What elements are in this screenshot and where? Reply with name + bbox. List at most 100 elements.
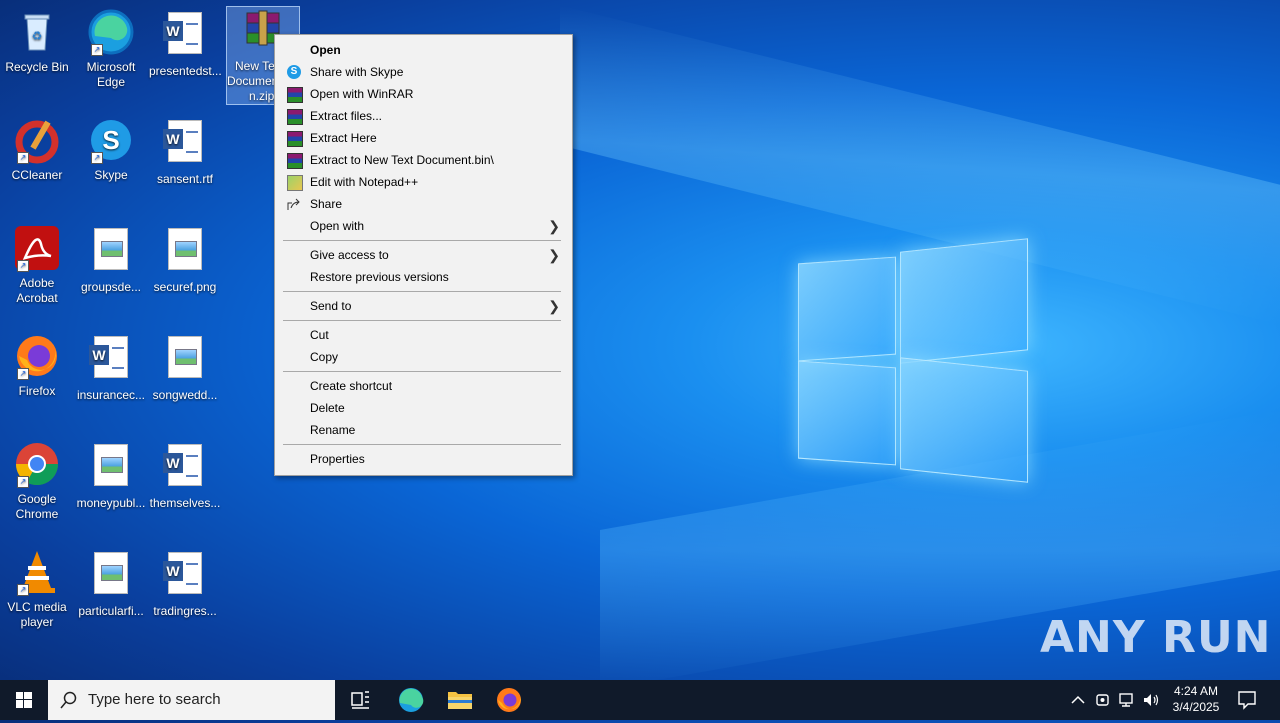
vlc-icon: ↗ (13, 548, 61, 596)
desktop-icon-label: Microsoft Edge (86, 60, 136, 89)
share-icon (287, 197, 301, 211)
action-center-button[interactable] (1236, 689, 1258, 714)
desktop-icon-firefox[interactable]: ↗ Firefox (1, 332, 73, 399)
chevron-right-icon: ❯ (548, 298, 560, 314)
desktop-icon-label: themselves... (149, 496, 221, 510)
shortcut-arrow-icon: ↗ (17, 368, 29, 380)
desktop-icon-vlc[interactable]: ↗ VLC media player (1, 548, 73, 630)
desktop-icon-label: securef.png (153, 280, 217, 294)
context-menu: Open S Share with Skype Open with WinRAR … (274, 34, 573, 476)
tray-network[interactable] (1117, 690, 1137, 713)
menu-item-delete[interactable]: Delete (277, 397, 570, 419)
desktop-icon-label: Firefox (18, 384, 56, 398)
taskbar: Type here to search 4:24 AM 3/4/2025 (0, 680, 1280, 720)
desktop-icon-label: songwedd... (152, 388, 218, 402)
menu-item-extract-files[interactable]: Extract files... (277, 105, 570, 127)
menu-separator (283, 444, 561, 445)
menu-item-edit-with-notepadpp[interactable]: Edit with Notepad++ (277, 171, 570, 193)
word-document-icon (87, 336, 135, 384)
menu-item-share-with-skype[interactable]: S Share with Skype (277, 61, 570, 83)
chrome-icon: ↗ (13, 440, 61, 488)
taskbar-clock[interactable]: 4:24 AM 3/4/2025 (1168, 683, 1224, 715)
network-icon (1119, 693, 1133, 707)
image-file-icon (87, 228, 135, 276)
desktop-icon-label: presentedst... (149, 64, 222, 78)
desktop-icon-presentedst[interactable]: presentedst... (149, 8, 222, 79)
shortcut-arrow-icon: ↗ (17, 260, 29, 272)
desktop-icon-google-chrome[interactable]: ↗ Google Chrome (1, 440, 73, 522)
taskbar-edge[interactable] (387, 680, 435, 720)
taskbar-firefox[interactable] (485, 680, 533, 720)
tray-volume[interactable] (1141, 690, 1161, 713)
desktop-icon-label: Google Chrome (15, 492, 59, 521)
svg-text:S: S (102, 125, 119, 155)
desktop-icon-label: groupsde... (80, 280, 142, 294)
menu-item-extract-here[interactable]: Extract Here (277, 127, 570, 149)
menu-item-cut[interactable]: Cut (277, 324, 570, 346)
menu-item-copy[interactable]: Copy (277, 346, 570, 368)
desktop-icon-ccleaner[interactable]: ↗ CCleaner (1, 116, 73, 183)
desktop-icon-label: sansent.rtf (156, 172, 214, 186)
menu-item-open[interactable]: Open (277, 39, 570, 61)
desktop-icon-label: Recycle Bin (5, 60, 69, 74)
taskbar-file-explorer[interactable] (436, 680, 484, 720)
shortcut-arrow-icon: ↗ (17, 584, 29, 596)
menu-item-extract-to-folder[interactable]: Extract to New Text Document.bin\ (277, 149, 570, 171)
show-hidden-icons-button[interactable] (1068, 690, 1088, 713)
menu-item-create-shortcut[interactable]: Create shortcut (277, 375, 570, 397)
winrar-icon (287, 153, 303, 169)
desktop-icon-label: moneypubl... (76, 496, 146, 510)
image-file-icon (87, 444, 135, 492)
desktop-icon-moneypubl[interactable]: moneypubl... (75, 440, 147, 511)
chevron-right-icon: ❯ (548, 247, 560, 263)
task-view-icon (351, 691, 369, 709)
image-file-icon (87, 552, 135, 600)
shortcut-arrow-icon: ↗ (91, 44, 103, 56)
tray-meet-now[interactable] (1094, 690, 1112, 713)
desktop-icon-themselves[interactable]: themselves... (149, 440, 221, 511)
menu-separator (283, 240, 561, 241)
task-view-button[interactable] (336, 680, 384, 720)
desktop-icon-adobe-acrobat[interactable]: ↗ Adobe Acrobat (1, 224, 73, 306)
desktop-icon-label: VLC media player (7, 600, 67, 629)
svg-text:♻: ♻ (32, 29, 43, 43)
windows-start-icon (16, 692, 32, 708)
speaker-icon (1144, 694, 1159, 706)
word-document-icon (161, 444, 209, 492)
taskbar-search-box[interactable]: Type here to search (48, 680, 335, 720)
edge-icon (399, 688, 424, 712)
skype-icon: S ↗ (87, 116, 135, 164)
desktop-icon-securef[interactable]: securef.png (149, 224, 221, 295)
shortcut-arrow-icon: ↗ (17, 476, 29, 488)
menu-item-open-with-winrar[interactable]: Open with WinRAR (277, 83, 570, 105)
desktop-icon-groupsde[interactable]: groupsde... (75, 224, 147, 295)
menu-item-restore-previous-versions[interactable]: Restore previous versions (277, 266, 570, 288)
desktop-icon-label: CCleaner (11, 168, 63, 182)
start-button[interactable] (0, 680, 48, 720)
menu-item-properties[interactable]: Properties (277, 448, 570, 470)
windows-logo-wallpaper (790, 238, 1040, 485)
word-document-icon (161, 552, 209, 600)
winrar-icon (287, 131, 303, 147)
skype-icon: S (287, 65, 301, 79)
menu-item-open-with[interactable]: Open with ❯ (277, 215, 570, 237)
desktop-icon-sansent[interactable]: sansent.rtf (149, 116, 221, 187)
desktop-icon-tradingres[interactable]: tradingres... (149, 548, 221, 619)
desktop-icon-songwedd[interactable]: songwedd... (149, 332, 221, 403)
desktop-icon-recycle-bin[interactable]: ♻ Recycle Bin (1, 8, 73, 75)
desktop-icon-insurancec[interactable]: insurancec... (75, 332, 147, 403)
firefox-icon (497, 688, 521, 712)
search-placeholder: Type here to search (88, 691, 221, 708)
acrobat-icon: ↗ (13, 224, 61, 272)
word-document-icon (161, 120, 209, 168)
menu-item-give-access-to[interactable]: Give access to ❯ (277, 244, 570, 266)
desktop-icon-skype[interactable]: S ↗ Skype (75, 116, 147, 183)
desktop-icon-particularfi[interactable]: particularfi... (75, 548, 147, 619)
desktop-icon-edge[interactable]: ↗ Microsoft Edge (75, 8, 147, 90)
notepadpp-icon (287, 175, 303, 191)
menu-item-rename[interactable]: Rename (277, 419, 570, 441)
menu-item-send-to[interactable]: Send to ❯ (277, 295, 570, 317)
menu-item-share[interactable]: Share (277, 193, 570, 215)
firefox-icon: ↗ (13, 332, 61, 380)
desktop-icon-label: tradingres... (153, 604, 217, 618)
